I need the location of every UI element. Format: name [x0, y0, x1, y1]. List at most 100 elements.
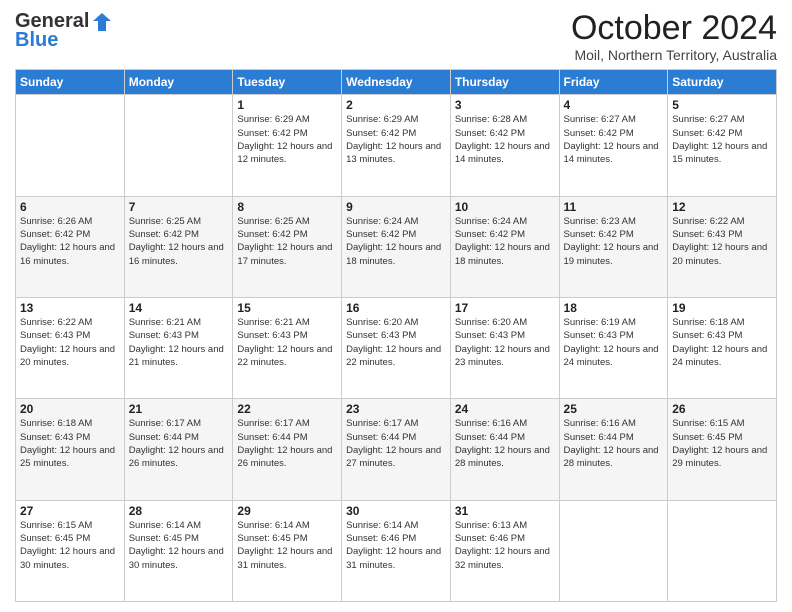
day-number: 11: [564, 200, 664, 214]
day-info: Sunrise: 6:17 AM Sunset: 6:44 PM Dayligh…: [129, 417, 229, 470]
month-title: October 2024: [571, 10, 777, 47]
day-info: Sunrise: 6:14 AM Sunset: 6:45 PM Dayligh…: [237, 519, 337, 572]
day-number: 26: [672, 402, 772, 416]
day-info: Sunrise: 6:20 AM Sunset: 6:43 PM Dayligh…: [455, 316, 555, 369]
day-info: Sunrise: 6:20 AM Sunset: 6:43 PM Dayligh…: [346, 316, 446, 369]
title-section: October 2024 Moil, Northern Territory, A…: [571, 10, 777, 63]
day-number: 9: [346, 200, 446, 214]
table-row: 26Sunrise: 6:15 AM Sunset: 6:45 PM Dayli…: [668, 399, 777, 500]
day-info: Sunrise: 6:25 AM Sunset: 6:42 PM Dayligh…: [129, 215, 229, 268]
day-number: 6: [20, 200, 120, 214]
day-number: 5: [672, 98, 772, 112]
day-info: Sunrise: 6:29 AM Sunset: 6:42 PM Dayligh…: [346, 113, 446, 166]
table-row: 16Sunrise: 6:20 AM Sunset: 6:43 PM Dayli…: [342, 298, 451, 399]
col-saturday: Saturday: [668, 70, 777, 95]
table-row: 8Sunrise: 6:25 AM Sunset: 6:42 PM Daylig…: [233, 196, 342, 297]
table-row: 10Sunrise: 6:24 AM Sunset: 6:42 PM Dayli…: [450, 196, 559, 297]
col-monday: Monday: [124, 70, 233, 95]
col-thursday: Thursday: [450, 70, 559, 95]
day-number: 19: [672, 301, 772, 315]
day-info: Sunrise: 6:22 AM Sunset: 6:43 PM Dayligh…: [672, 215, 772, 268]
day-number: 30: [346, 504, 446, 518]
col-wednesday: Wednesday: [342, 70, 451, 95]
day-number: 12: [672, 200, 772, 214]
table-row: [668, 500, 777, 601]
table-row: [124, 95, 233, 196]
day-info: Sunrise: 6:25 AM Sunset: 6:42 PM Dayligh…: [237, 215, 337, 268]
table-row: 3Sunrise: 6:28 AM Sunset: 6:42 PM Daylig…: [450, 95, 559, 196]
table-row: 9Sunrise: 6:24 AM Sunset: 6:42 PM Daylig…: [342, 196, 451, 297]
calendar-table: Sunday Monday Tuesday Wednesday Thursday…: [15, 69, 777, 602]
day-number: 23: [346, 402, 446, 416]
day-info: Sunrise: 6:14 AM Sunset: 6:46 PM Dayligh…: [346, 519, 446, 572]
logo-bird-icon: [91, 11, 113, 33]
table-row: 17Sunrise: 6:20 AM Sunset: 6:43 PM Dayli…: [450, 298, 559, 399]
day-info: Sunrise: 6:14 AM Sunset: 6:45 PM Dayligh…: [129, 519, 229, 572]
table-row: 28Sunrise: 6:14 AM Sunset: 6:45 PM Dayli…: [124, 500, 233, 601]
day-number: 14: [129, 301, 229, 315]
day-info: Sunrise: 6:17 AM Sunset: 6:44 PM Dayligh…: [237, 417, 337, 470]
day-info: Sunrise: 6:27 AM Sunset: 6:42 PM Dayligh…: [672, 113, 772, 166]
day-number: 27: [20, 504, 120, 518]
day-number: 10: [455, 200, 555, 214]
day-info: Sunrise: 6:17 AM Sunset: 6:44 PM Dayligh…: [346, 417, 446, 470]
page-header: General Blue October 2024 Moil, Northern…: [15, 10, 777, 63]
day-number: 1: [237, 98, 337, 112]
day-info: Sunrise: 6:16 AM Sunset: 6:44 PM Dayligh…: [564, 417, 664, 470]
day-info: Sunrise: 6:18 AM Sunset: 6:43 PM Dayligh…: [20, 417, 120, 470]
table-row: 12Sunrise: 6:22 AM Sunset: 6:43 PM Dayli…: [668, 196, 777, 297]
day-number: 2: [346, 98, 446, 112]
table-row: 6Sunrise: 6:26 AM Sunset: 6:42 PM Daylig…: [16, 196, 125, 297]
table-row: 19Sunrise: 6:18 AM Sunset: 6:43 PM Dayli…: [668, 298, 777, 399]
table-row: 18Sunrise: 6:19 AM Sunset: 6:43 PM Dayli…: [559, 298, 668, 399]
table-row: 14Sunrise: 6:21 AM Sunset: 6:43 PM Dayli…: [124, 298, 233, 399]
day-number: 21: [129, 402, 229, 416]
day-number: 31: [455, 504, 555, 518]
table-row: 27Sunrise: 6:15 AM Sunset: 6:45 PM Dayli…: [16, 500, 125, 601]
day-info: Sunrise: 6:28 AM Sunset: 6:42 PM Dayligh…: [455, 113, 555, 166]
day-info: Sunrise: 6:23 AM Sunset: 6:42 PM Dayligh…: [564, 215, 664, 268]
day-number: 29: [237, 504, 337, 518]
day-number: 20: [20, 402, 120, 416]
table-row: 29Sunrise: 6:14 AM Sunset: 6:45 PM Dayli…: [233, 500, 342, 601]
day-info: Sunrise: 6:29 AM Sunset: 6:42 PM Dayligh…: [237, 113, 337, 166]
day-number: 4: [564, 98, 664, 112]
table-row: 31Sunrise: 6:13 AM Sunset: 6:46 PM Dayli…: [450, 500, 559, 601]
day-info: Sunrise: 6:24 AM Sunset: 6:42 PM Dayligh…: [346, 215, 446, 268]
day-number: 3: [455, 98, 555, 112]
col-friday: Friday: [559, 70, 668, 95]
table-row: 15Sunrise: 6:21 AM Sunset: 6:43 PM Dayli…: [233, 298, 342, 399]
day-number: 28: [129, 504, 229, 518]
day-info: Sunrise: 6:26 AM Sunset: 6:42 PM Dayligh…: [20, 215, 120, 268]
col-sunday: Sunday: [16, 70, 125, 95]
table-row: 20Sunrise: 6:18 AM Sunset: 6:43 PM Dayli…: [16, 399, 125, 500]
day-info: Sunrise: 6:21 AM Sunset: 6:43 PM Dayligh…: [237, 316, 337, 369]
table-row: 4Sunrise: 6:27 AM Sunset: 6:42 PM Daylig…: [559, 95, 668, 196]
table-row: 25Sunrise: 6:16 AM Sunset: 6:44 PM Dayli…: [559, 399, 668, 500]
logo: General Blue: [15, 10, 113, 52]
table-row: 24Sunrise: 6:16 AM Sunset: 6:44 PM Dayli…: [450, 399, 559, 500]
calendar-week-row: 20Sunrise: 6:18 AM Sunset: 6:43 PM Dayli…: [16, 399, 777, 500]
day-info: Sunrise: 6:15 AM Sunset: 6:45 PM Dayligh…: [20, 519, 120, 572]
day-info: Sunrise: 6:19 AM Sunset: 6:43 PM Dayligh…: [564, 316, 664, 369]
table-row: 7Sunrise: 6:25 AM Sunset: 6:42 PM Daylig…: [124, 196, 233, 297]
day-number: 16: [346, 301, 446, 315]
calendar-week-row: 6Sunrise: 6:26 AM Sunset: 6:42 PM Daylig…: [16, 196, 777, 297]
day-number: 24: [455, 402, 555, 416]
calendar-week-row: 27Sunrise: 6:15 AM Sunset: 6:45 PM Dayli…: [16, 500, 777, 601]
table-row: 22Sunrise: 6:17 AM Sunset: 6:44 PM Dayli…: [233, 399, 342, 500]
day-info: Sunrise: 6:24 AM Sunset: 6:42 PM Dayligh…: [455, 215, 555, 268]
day-info: Sunrise: 6:21 AM Sunset: 6:43 PM Dayligh…: [129, 316, 229, 369]
day-info: Sunrise: 6:16 AM Sunset: 6:44 PM Dayligh…: [455, 417, 555, 470]
day-info: Sunrise: 6:15 AM Sunset: 6:45 PM Dayligh…: [672, 417, 772, 470]
day-number: 22: [237, 402, 337, 416]
day-info: Sunrise: 6:13 AM Sunset: 6:46 PM Dayligh…: [455, 519, 555, 572]
day-number: 7: [129, 200, 229, 214]
day-info: Sunrise: 6:22 AM Sunset: 6:43 PM Dayligh…: [20, 316, 120, 369]
table-row: 13Sunrise: 6:22 AM Sunset: 6:43 PM Dayli…: [16, 298, 125, 399]
table-row: 21Sunrise: 6:17 AM Sunset: 6:44 PM Dayli…: [124, 399, 233, 500]
table-row: [559, 500, 668, 601]
logo-blue: Blue: [15, 29, 58, 52]
calendar-week-row: 1Sunrise: 6:29 AM Sunset: 6:42 PM Daylig…: [16, 95, 777, 196]
day-info: Sunrise: 6:18 AM Sunset: 6:43 PM Dayligh…: [672, 316, 772, 369]
